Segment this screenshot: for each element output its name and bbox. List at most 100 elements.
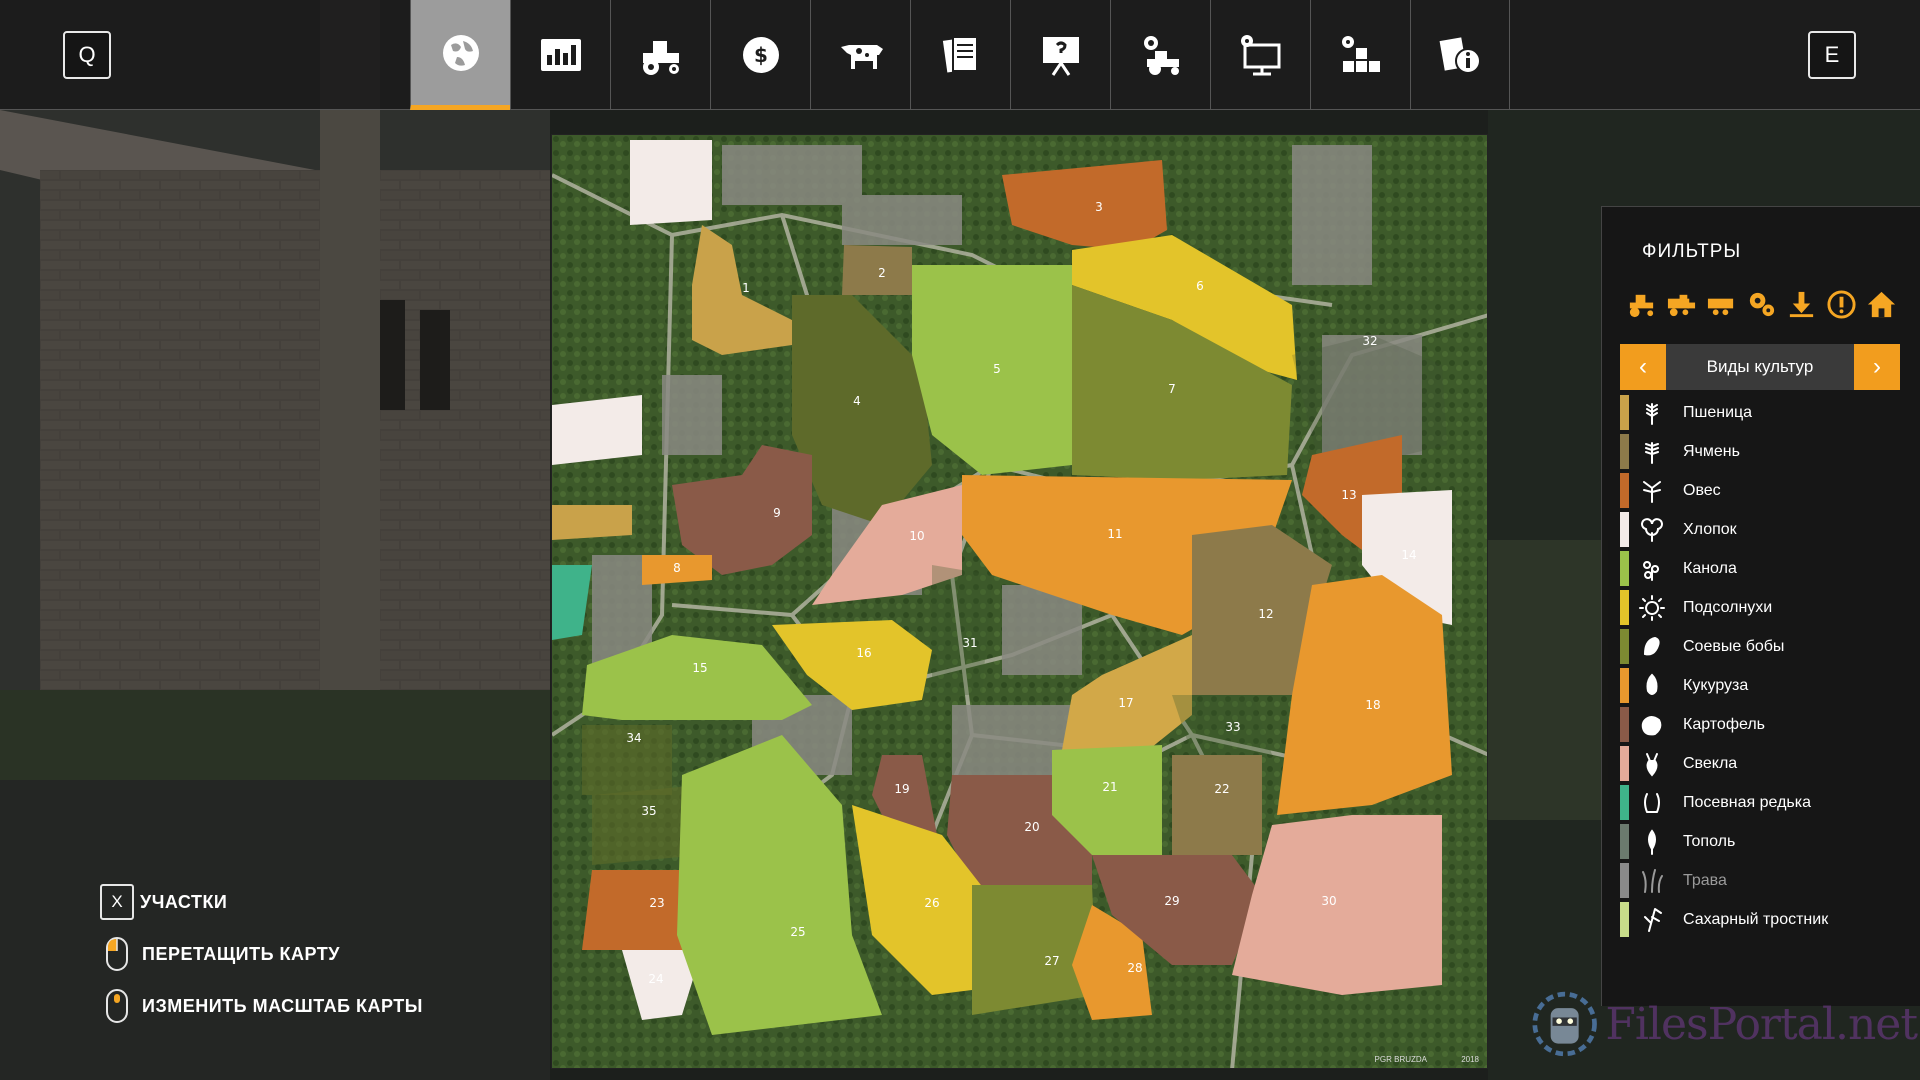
mouse-wheel-icon: [106, 989, 128, 1023]
prev-page-key[interactable]: Q: [63, 31, 111, 79]
tab-garage[interactable]: [1110, 0, 1210, 110]
crop-color-swatch: [1620, 902, 1629, 937]
crop-label: Канола: [1683, 559, 1737, 577]
crop-color-swatch: [1620, 707, 1629, 742]
combine-filter-icon[interactable]: [1666, 289, 1697, 320]
crop-label: Хлопок: [1683, 520, 1737, 538]
field-number-label: 5: [993, 362, 1001, 376]
crop-color-swatch: [1620, 512, 1629, 547]
field-number-label: 31: [962, 636, 977, 650]
oat-icon: [1643, 480, 1661, 503]
field-number-label: 17: [1118, 696, 1133, 710]
tractor-filter-icon[interactable]: [1626, 289, 1657, 320]
crop-color-swatch: [1620, 668, 1629, 703]
blocks-icon: [1341, 36, 1380, 72]
map-canvas[interactable]: 12345678910 11121314151617 18192021 2223242…: [552, 135, 1488, 1069]
canola-icon: [1643, 560, 1660, 581]
svg-text:$: $: [754, 43, 768, 67]
field-number-label: 13: [1341, 488, 1356, 502]
crop-item[interactable]: Сахарный тростник: [1620, 900, 1910, 939]
field-number-label: 3: [1095, 200, 1103, 214]
field-number-label: 25: [790, 925, 805, 939]
filters-title: ФИЛЬТРЫ: [1642, 241, 1742, 262]
crop-item[interactable]: Подсолнухи: [1620, 588, 1910, 627]
tab-settings[interactable]: [1210, 0, 1310, 110]
crop-color-swatch: [1620, 473, 1629, 508]
tab-animals[interactable]: [810, 0, 910, 110]
field-14[interactable]: [630, 140, 712, 225]
crop-label: Сахарный тростник: [1683, 910, 1829, 928]
crop-item[interactable]: Овес: [1620, 471, 1910, 510]
crop-color-swatch: [1620, 395, 1629, 430]
next-page-key[interactable]: E: [1808, 31, 1856, 79]
cow-icon: [840, 45, 883, 69]
field-number-label: 6: [1196, 279, 1204, 293]
crop-color-swatch: [1620, 551, 1629, 586]
field-number-label: 29: [1164, 894, 1179, 908]
chart-icon: [540, 39, 581, 71]
map-credit: PGR BRUZDA: [1374, 1055, 1427, 1064]
crop-item[interactable]: Свекла: [1620, 744, 1910, 783]
crop-filter-selector: ‹ Виды культур ›: [1620, 344, 1900, 390]
download-filter-icon[interactable]: [1786, 289, 1817, 320]
crop-item[interactable]: Кукуруза: [1620, 666, 1910, 705]
field-number-label: 28: [1127, 961, 1142, 975]
tab-finances[interactable]: $: [710, 0, 810, 110]
tractor-gear-icon: [1143, 36, 1179, 75]
crop-item[interactable]: Картофель: [1620, 705, 1910, 744]
crop-color-swatch: [1620, 629, 1629, 664]
tab-map[interactable]: [410, 0, 510, 110]
crop-item[interactable]: Трава: [1620, 861, 1910, 900]
crop-item[interactable]: Соевые бобы: [1620, 627, 1910, 666]
farm-map[interactable]: 1 2 3 4 5 6 7 8 9 10 11 12 13 14 15 16 17 18 19 20 21 22 23 24 2…: [551, 134, 1488, 1069]
tab-contracts[interactable]: [910, 0, 1010, 110]
field-number-label: 19: [894, 782, 909, 796]
field-extra-left2: [552, 505, 632, 540]
monitor-gear-icon: [1240, 35, 1280, 76]
hint-fields[interactable]: X УЧАСТКИ: [100, 876, 423, 928]
trailer-filter-icon[interactable]: [1706, 289, 1737, 320]
hint-fields-label: УЧАСТКИ: [140, 891, 228, 912]
warning-filter-icon[interactable]: [1826, 289, 1857, 320]
globe-icon: [442, 34, 479, 71]
crop-label: Пшеница: [1683, 403, 1753, 421]
tab-info[interactable]: [1410, 0, 1510, 110]
crop-label: Картофель: [1683, 715, 1766, 733]
field-number-label: 16: [856, 646, 871, 660]
field-22[interactable]: [1172, 755, 1262, 855]
field-number-label: 18: [1365, 698, 1380, 712]
tab-help[interactable]: [1010, 0, 1110, 110]
field-number-label: 24: [648, 972, 663, 986]
tab-vehicles[interactable]: [610, 0, 710, 110]
crop-item[interactable]: Тополь: [1620, 822, 1910, 861]
field-number-label: 2: [878, 266, 886, 280]
selector-prev-button[interactable]: ‹: [1620, 344, 1666, 390]
field-extra-left: [552, 395, 642, 465]
crop-label: Ячмень: [1683, 442, 1740, 460]
watermark: FilesPortal.net: [1532, 984, 1918, 1064]
crop-item[interactable]: Хлопок: [1620, 510, 1910, 549]
field-31: [932, 565, 992, 695]
field-number-label: 27: [1044, 954, 1059, 968]
crop-color-swatch: [1620, 824, 1629, 859]
hint-drag-map: ПЕРЕТАЩИТЬ КАРТУ: [100, 928, 423, 980]
selector-next-button[interactable]: ›: [1854, 344, 1900, 390]
field-number-label: 14: [1401, 548, 1416, 562]
crop-color-swatch: [1620, 746, 1629, 781]
crop-item[interactable]: Ячмень: [1620, 432, 1910, 471]
crop-item[interactable]: Пшеница: [1620, 393, 1910, 432]
tab-prices[interactable]: [510, 0, 610, 110]
field-number-label: 26: [924, 896, 939, 910]
field-number-label: 20: [1024, 820, 1039, 834]
field-number-label: 22: [1214, 782, 1229, 796]
poplar-icon: [1648, 828, 1656, 855]
crop-item[interactable]: Посевная редька: [1620, 783, 1910, 822]
tab-production[interactable]: [1310, 0, 1410, 110]
home-filter-icon[interactable]: [1866, 289, 1897, 320]
field-2[interactable]: [842, 245, 912, 295]
tools-filter-icon[interactable]: [1746, 289, 1777, 320]
field-number-label: 35: [641, 804, 656, 818]
presentation-icon: [1042, 37, 1079, 76]
money-icon: $: [742, 37, 779, 73]
crop-item[interactable]: Канола: [1620, 549, 1910, 588]
